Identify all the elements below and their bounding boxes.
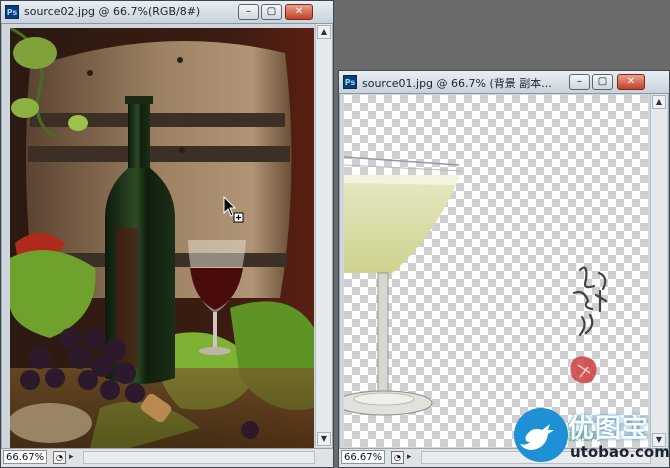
watermark-url: utobao.com bbox=[570, 443, 670, 461]
status-bar: 66.67% ◔ ▸ bbox=[1, 448, 333, 467]
red-seal bbox=[570, 356, 597, 384]
move-cursor-icon bbox=[223, 195, 247, 224]
scroll-up-icon[interactable]: ▲ bbox=[652, 95, 666, 109]
watermark-logo: 优图宝 utobao.com bbox=[512, 406, 670, 466]
watermark-brand: 优图宝 bbox=[568, 414, 650, 444]
zoom-field[interactable]: 66.67% bbox=[3, 450, 47, 464]
close-button[interactable]: ✕ bbox=[617, 74, 645, 90]
window-title: source01.jpg @ 66.7% (背景 副本... bbox=[362, 77, 552, 90]
ps-icon: Ps bbox=[343, 75, 357, 89]
minimize-button[interactable]: – bbox=[238, 4, 259, 20]
vertical-scrollbar[interactable]: ▲ ▼ bbox=[650, 94, 667, 448]
ps-icon: Ps bbox=[5, 5, 19, 19]
scroll-down-icon[interactable]: ▼ bbox=[317, 432, 331, 446]
status-menu-arrow-icon[interactable]: ▸ bbox=[69, 452, 74, 462]
maximize-button[interactable]: ▢ bbox=[592, 74, 613, 90]
horizontal-scrollbar[interactable] bbox=[83, 451, 315, 464]
doc-info-icon[interactable]: ◔ bbox=[391, 451, 404, 464]
vertical-scrollbar[interactable]: ▲ ▼ bbox=[315, 24, 332, 447]
bird-logo-icon bbox=[514, 408, 568, 462]
maximize-button[interactable]: ▢ bbox=[261, 4, 282, 20]
close-button[interactable]: ✕ bbox=[285, 4, 313, 20]
wine-still-life-image bbox=[10, 28, 314, 448]
image-canvas[interactable]: PS教程网 bbox=[344, 95, 648, 447]
status-menu-arrow-icon[interactable]: ▸ bbox=[407, 452, 412, 462]
doc-info-icon[interactable]: ◔ bbox=[53, 451, 66, 464]
zoom-field[interactable]: 66.67% bbox=[341, 450, 385, 464]
minimize-button[interactable]: – bbox=[569, 74, 590, 90]
cocktail-glass-image: PS教程网 bbox=[344, 156, 608, 443]
window-titlebar[interactable]: Ps source01.jpg @ 66.7% (背景 副本... – ▢ ✕ bbox=[339, 71, 669, 94]
image-canvas[interactable] bbox=[10, 28, 314, 448]
document-window-source02[interactable]: Ps source02.jpg @ 66.7%(RGB/8#) – ▢ ✕ ▲ … bbox=[0, 0, 334, 468]
scroll-up-icon[interactable]: ▲ bbox=[317, 25, 331, 39]
window-titlebar[interactable]: Ps source02.jpg @ 66.7%(RGB/8#) – ▢ ✕ bbox=[1, 1, 333, 24]
window-title: source02.jpg @ 66.7%(RGB/8#) bbox=[24, 5, 201, 18]
